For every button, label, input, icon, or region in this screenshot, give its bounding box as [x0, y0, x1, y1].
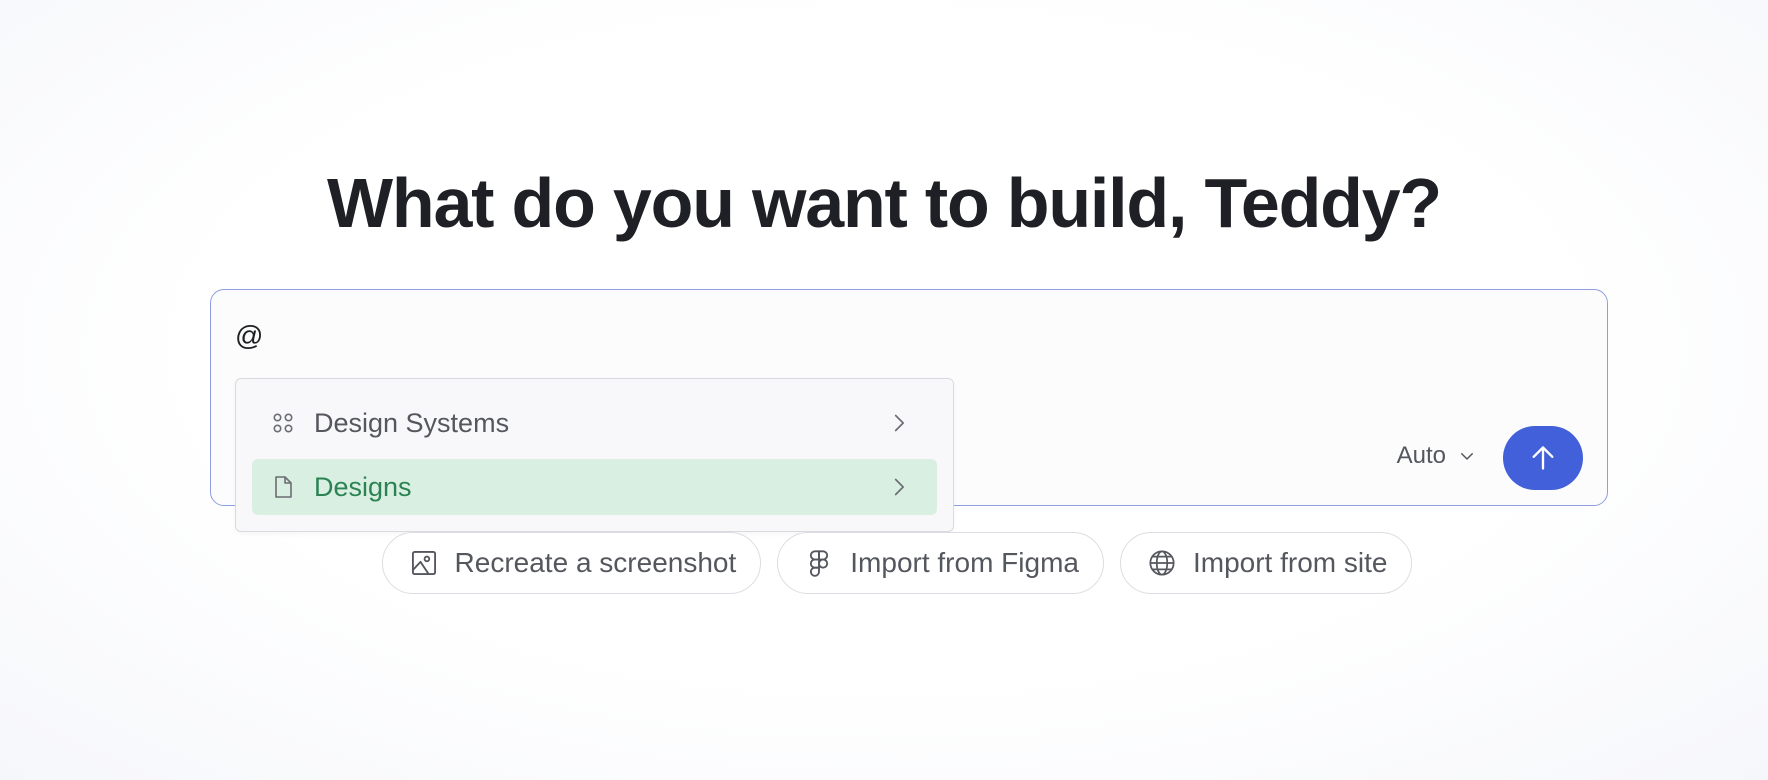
menu-item-label: Design Systems	[314, 407, 510, 438]
figma-icon	[804, 548, 834, 578]
model-select[interactable]: Auto	[1397, 442, 1476, 470]
menu-item-design-systems[interactable]: Design Systems	[252, 395, 937, 451]
mention-menu: Design Systems Designs	[235, 378, 954, 532]
prompt-input[interactable]: @	[235, 320, 263, 352]
recreate-screenshot-button[interactable]: Recreate a screenshot	[381, 532, 762, 594]
send-button[interactable]	[1503, 426, 1583, 490]
globe-icon	[1147, 548, 1177, 578]
arrow-up-icon	[1532, 446, 1554, 470]
document-icon	[270, 474, 296, 500]
menu-item-label: Designs	[314, 471, 412, 502]
grid-dots-icon	[270, 410, 296, 436]
import-from-site-button[interactable]: Import from site	[1119, 532, 1413, 594]
import-from-figma-button[interactable]: Import from Figma	[777, 532, 1104, 594]
model-select-value: Auto	[1396, 442, 1446, 469]
chevron-right-icon	[894, 414, 904, 432]
menu-item-designs[interactable]: Designs	[252, 459, 937, 515]
chip-label: Recreate a screenshot	[454, 547, 737, 578]
chip-label: Import from Figma	[850, 547, 1079, 578]
chip-label: Import from site	[1192, 547, 1388, 578]
page-title: What do you want to build, Teddy?	[327, 164, 1442, 242]
image-icon	[409, 548, 439, 578]
quick-actions: Recreate a screenshot Import from Figma …	[0, 532, 1768, 594]
chevron-right-icon	[894, 478, 904, 496]
chevron-down-icon	[1461, 453, 1473, 460]
